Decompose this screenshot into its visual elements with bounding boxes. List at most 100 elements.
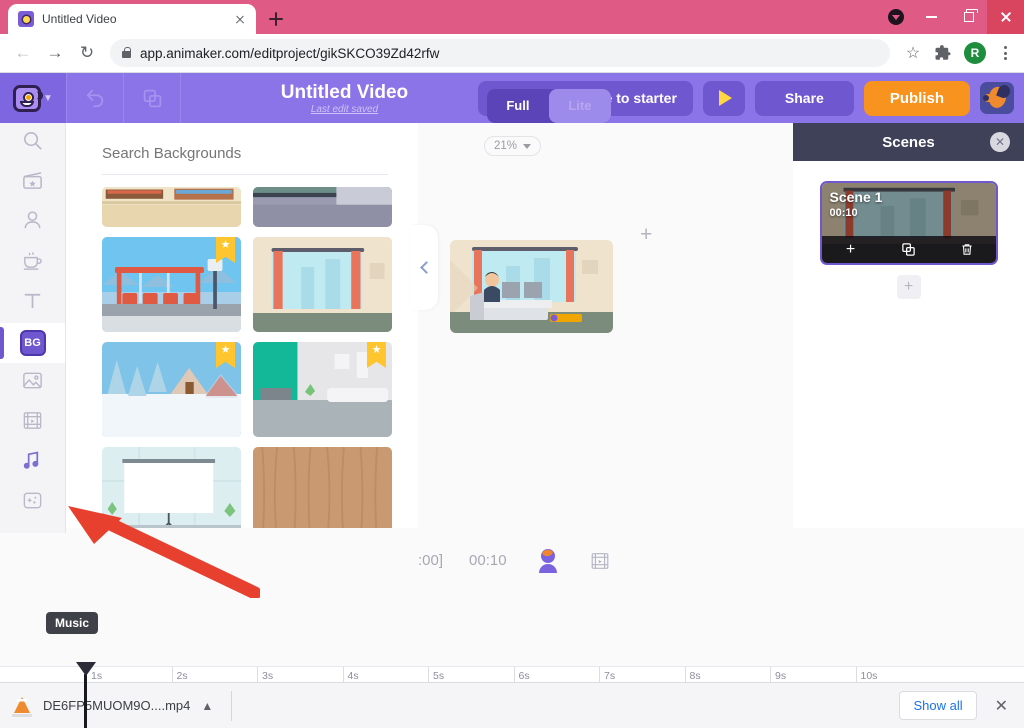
- scene-name: Scene 1: [829, 189, 883, 205]
- chevron-left-icon: [419, 261, 433, 274]
- sidebar-item-bg[interactable]: BG: [0, 323, 65, 363]
- canvas-zoom-selector[interactable]: 21%: [484, 136, 542, 156]
- timeline-duration: 00:10: [469, 552, 507, 569]
- search-icon: [21, 129, 44, 157]
- preview-play-button[interactable]: [702, 80, 745, 116]
- reload-icon[interactable]: ↻: [72, 38, 102, 68]
- sparkle-icon: [21, 489, 44, 517]
- tab-close-icon[interactable]: [232, 11, 248, 27]
- close-icon[interactable]: ✕: [991, 696, 1012, 716]
- animaker-monster-logo: [13, 84, 44, 112]
- show-all-button[interactable]: Show all: [899, 691, 977, 720]
- profile-avatar[interactable]: R: [964, 42, 986, 64]
- film-strip-icon[interactable]: [589, 550, 611, 572]
- music-note-icon: [21, 449, 44, 477]
- window-maximize-button[interactable]: [950, 0, 987, 34]
- collapse-panel-button[interactable]: [410, 225, 438, 310]
- chevron-down-icon[interactable]: ▼: [43, 93, 53, 104]
- zoom-level-label: 21%: [494, 140, 518, 152]
- coffee-cup-icon: [21, 249, 44, 277]
- page-title: Untitled Video: [280, 81, 409, 103]
- heart-badge-icon[interactable]: [879, 0, 913, 34]
- app-body: BG Search Backgrounds ★ ★ ★ 21% + Scenes…: [0, 123, 1024, 728]
- animaker-logo-button[interactable]: ▼: [0, 73, 66, 123]
- sidebar-item-video[interactable]: [0, 163, 65, 203]
- star-icon[interactable]: ☆: [898, 38, 928, 68]
- add-scene-button[interactable]: +: [896, 275, 921, 299]
- download-filename: DE6FP5MUOM9O....mp4: [43, 698, 191, 713]
- address-bar-url: app.animaker.com/editproject/gikSKCO39Zd…: [140, 45, 440, 61]
- scene-duration: 00:10: [829, 207, 858, 219]
- background-thumbnail[interactable]: [253, 447, 392, 528]
- backgrounds-grid: [66, 178, 418, 528]
- toggle-lite[interactable]: Lite: [548, 88, 611, 123]
- background-thumbnail[interactable]: [253, 187, 392, 227]
- character-icon[interactable]: [533, 546, 563, 576]
- background-thumbnail[interactable]: [102, 187, 241, 227]
- sidebar-item-effects[interactable]: [0, 483, 65, 523]
- back-arrow-icon[interactable]: ←: [8, 38, 38, 68]
- download-item[interactable]: DE6FP5MUOM9O....mp4 ▲: [12, 690, 233, 721]
- background-thumbnail[interactable]: [253, 237, 392, 332]
- chevron-down-icon: [523, 143, 532, 149]
- sidebar-item-props[interactable]: [0, 243, 65, 283]
- text-t-icon: [21, 289, 44, 317]
- scene-card[interactable]: Scene 1 00:10 +: [819, 181, 998, 265]
- kebab-menu-icon[interactable]: [994, 40, 1016, 66]
- header-actions: e to starter Full Lite Share Publish: [477, 80, 1024, 123]
- sidebar-item-music[interactable]: [0, 443, 65, 483]
- scenes-header: Scenes ✕: [793, 123, 1024, 161]
- film-strip-icon: [21, 409, 44, 437]
- scenes-title: Scenes: [882, 133, 935, 151]
- add-element-button[interactable]: +: [640, 223, 652, 247]
- puzzle-piece-icon[interactable]: [930, 40, 956, 66]
- scene-delete-icon[interactable]: [952, 239, 982, 261]
- timeline-toolbar: :00] 00:10: [66, 528, 793, 593]
- browser-tab[interactable]: Untitled Video: [8, 4, 256, 34]
- close-icon[interactable]: ✕: [990, 132, 1010, 152]
- background-thumbnail[interactable]: [253, 342, 392, 437]
- character-icon: [21, 209, 44, 237]
- sidebar-item-search[interactable]: [0, 123, 65, 163]
- scene-add-icon[interactable]: +: [836, 239, 866, 261]
- sidebar-item-video-clip[interactable]: [0, 403, 65, 443]
- scene-duplicate-icon[interactable]: [894, 239, 924, 261]
- chevron-up-icon[interactable]: ▲: [201, 699, 213, 713]
- canvas-stage[interactable]: [450, 240, 613, 333]
- sidebar-item-text[interactable]: [0, 283, 65, 323]
- save-status: Last edit saved: [310, 103, 379, 115]
- browser-toolbar: ← → ↻ app.animaker.com/editproject/gikSK…: [0, 34, 1024, 73]
- mode-toggle[interactable]: Full Lite: [486, 88, 611, 123]
- sidebar-item-character[interactable]: [0, 203, 65, 243]
- new-tab-button[interactable]: [262, 5, 290, 33]
- window-close-button[interactable]: [987, 0, 1024, 34]
- background-thumbnail[interactable]: [102, 342, 241, 437]
- app-header: ▼ Untitled Video Last edit saved e to st…: [0, 73, 1024, 123]
- publish-button[interactable]: Publish: [863, 80, 970, 116]
- toggle-full[interactable]: Full: [487, 89, 549, 123]
- left-sidebar: BG: [0, 123, 66, 533]
- sidebar-item-image[interactable]: [0, 363, 65, 403]
- timeline-range-label: :00]: [418, 552, 444, 569]
- animaker-favicon: [18, 11, 34, 27]
- address-bar[interactable]: app.animaker.com/editproject/gikSKCO39Zd…: [110, 39, 890, 67]
- search-input[interactable]: [102, 145, 388, 162]
- share-button[interactable]: Share: [754, 80, 854, 116]
- duplicate-icon[interactable]: [124, 73, 180, 123]
- backgrounds-panel: [66, 123, 418, 528]
- tab-title: Untitled Video: [42, 12, 117, 26]
- search-backgrounds-field[interactable]: [102, 145, 388, 175]
- clapperboard-icon: [21, 169, 44, 197]
- background-thumbnail[interactable]: [102, 447, 241, 528]
- animaker-app: ▼ Untitled Video Last edit saved e to st…: [0, 73, 1024, 728]
- music-tooltip: Music: [46, 612, 99, 634]
- undo-icon[interactable]: [67, 73, 123, 123]
- forward-arrow-icon[interactable]: →: [40, 38, 70, 68]
- background-thumbnail[interactable]: [102, 237, 241, 332]
- bg-chip-icon: BG: [19, 330, 46, 356]
- playhead-line: [84, 674, 87, 728]
- scene-tools: +: [821, 236, 996, 263]
- window-minimize-button[interactable]: [913, 0, 950, 34]
- canvas-area: 21% +: [410, 123, 793, 528]
- account-avatar[interactable]: [980, 82, 1014, 114]
